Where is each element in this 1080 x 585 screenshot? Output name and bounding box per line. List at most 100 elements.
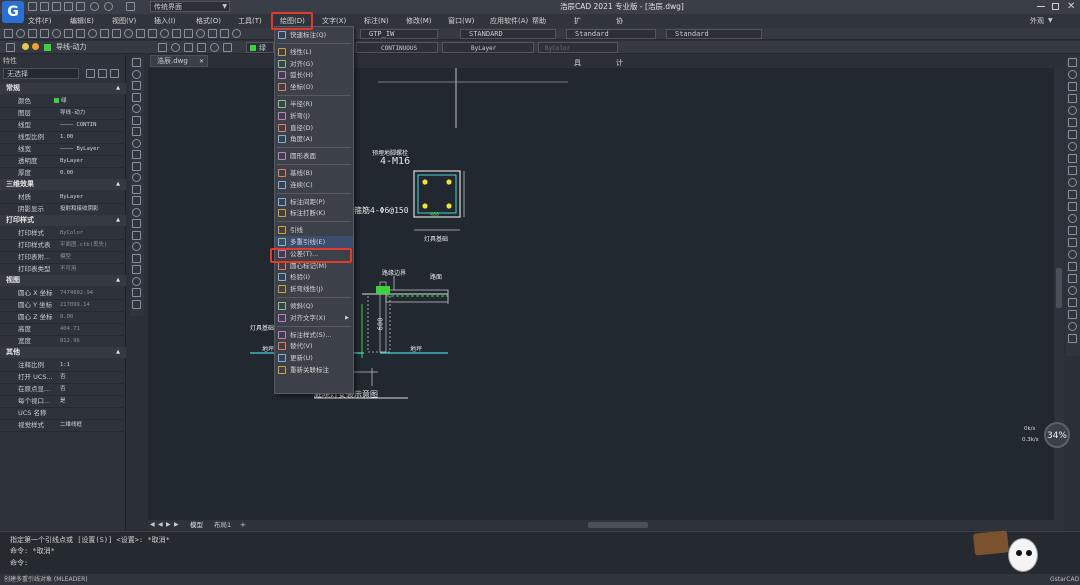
draw-tool-icon[interactable]: [132, 242, 141, 251]
property-section-header[interactable]: 打印样式 ▲: [0, 215, 126, 226]
layer-tool-icon[interactable]: [223, 43, 232, 52]
draw-tool-icon[interactable]: [132, 92, 141, 102]
nav-first-icon[interactable]: ◀: [150, 520, 155, 530]
dim-menu-item[interactable]: 替代(V): [275, 340, 353, 352]
modify-tool-icon[interactable]: [1068, 214, 1077, 223]
table-style-select[interactable]: Standard: [566, 29, 656, 39]
draw-tool-icon[interactable]: [132, 138, 141, 148]
draw-tool-icon[interactable]: [132, 115, 141, 125]
standard-tool-icon[interactable]: [184, 29, 193, 38]
modify-tool-icon[interactable]: [1068, 142, 1077, 151]
draw-tool-icon[interactable]: [132, 276, 141, 286]
layer-manager-icon[interactable]: [6, 43, 15, 52]
add-layout-icon[interactable]: +: [240, 520, 246, 530]
modify-tool-icon[interactable]: [1068, 166, 1077, 175]
draw-tool-icon[interactable]: [132, 127, 141, 136]
dim-menu-item[interactable]: 折弯(J): [275, 110, 353, 122]
maximize-icon[interactable]: [1052, 3, 1059, 10]
property-section-header[interactable]: 常规 ▲: [0, 83, 126, 94]
modify-tool-icon[interactable]: [1068, 118, 1077, 127]
layer-tool-icon[interactable]: [184, 43, 193, 52]
layer-tool-icon[interactable]: [197, 43, 206, 52]
draw-tool-icon[interactable]: [132, 207, 141, 217]
menu-item[interactable]: 插入(I): [154, 14, 176, 28]
standard-tool-icon[interactable]: [16, 29, 25, 38]
standard-tool-icon[interactable]: [112, 29, 121, 38]
nav-prev-icon[interactable]: ◀: [158, 520, 163, 530]
modify-tool-icon[interactable]: [1068, 322, 1077, 331]
modify-tool-icon[interactable]: [1068, 178, 1077, 187]
appearance-menu[interactable]: 外观: [1030, 14, 1044, 28]
standard-tool-icon[interactable]: [208, 29, 217, 38]
standard-tool-icon[interactable]: [172, 29, 181, 38]
minimize-icon[interactable]: [1037, 6, 1045, 7]
close-icon[interactable]: ✕: [1067, 0, 1075, 14]
dim-menu-item[interactable]: 折弯线性(J): [275, 283, 353, 295]
dim-menu-item[interactable]: 引线: [275, 224, 353, 236]
draw-tool-icon[interactable]: [132, 81, 141, 90]
toggle-pickadd-icon[interactable]: [86, 69, 95, 78]
draw-tool-icon[interactable]: [132, 288, 141, 297]
dim-menu-item[interactable]: 快速标注(Q): [275, 29, 353, 41]
property-section-header[interactable]: 其他 ▲: [0, 347, 126, 358]
redo-icon[interactable]: [104, 2, 113, 11]
property-row[interactable]: 视觉样式 二维线框: [0, 419, 126, 432]
linetype-select[interactable]: CONTINUOUS: [356, 42, 438, 53]
collapse-icon[interactable]: ▲: [116, 179, 120, 190]
draw-tool-icon[interactable]: [132, 173, 141, 182]
dim-menu-item[interactable]: 坐标(O): [275, 81, 353, 93]
dim-menu-item[interactable]: 标注样式(S)...: [275, 329, 353, 341]
modify-tool-icon[interactable]: [1068, 298, 1077, 307]
standard-tool-icon[interactable]: [124, 29, 133, 38]
property-section-header[interactable]: 三维效果 ▲: [0, 179, 126, 190]
selection-select[interactable]: 无选择: [3, 68, 79, 79]
menu-item[interactable]: 标注(N): [364, 14, 389, 28]
layer-select[interactable]: 导线-动力: [56, 42, 146, 53]
standard-tool-icon[interactable]: [160, 29, 169, 38]
modify-tool-icon[interactable]: [1068, 82, 1077, 91]
property-section-header[interactable]: 视图 ▲: [0, 275, 126, 286]
draw-tool-icon[interactable]: [132, 219, 141, 228]
modify-tool-icon[interactable]: [1068, 286, 1077, 295]
menu-item[interactable]: 修改(M): [406, 14, 432, 28]
modify-tool-icon[interactable]: [1068, 250, 1077, 259]
standard-tool-icon[interactable]: [64, 29, 73, 38]
close-tab-icon[interactable]: ✕: [199, 56, 204, 67]
modify-tool-icon[interactable]: [1068, 226, 1077, 235]
modify-tool-icon[interactable]: [1068, 238, 1077, 247]
layer-tool-icon[interactable]: [171, 43, 180, 52]
standard-tool-icon[interactable]: [4, 29, 13, 38]
standard-tool-icon[interactable]: [232, 29, 241, 38]
save-icon[interactable]: [52, 2, 61, 11]
standard-tool-icon[interactable]: [148, 29, 157, 38]
undo-icon[interactable]: [90, 2, 99, 11]
modify-tool-icon[interactable]: [1068, 310, 1077, 319]
dim-menu-item[interactable]: 角度(A): [275, 133, 353, 145]
menu-item[interactable]: 格式(O): [196, 14, 221, 28]
standard-tool-icon[interactable]: [220, 29, 229, 38]
open-file-icon[interactable]: [40, 2, 49, 11]
standard-tool-icon[interactable]: [100, 29, 109, 38]
menu-item[interactable]: 工具(T): [238, 14, 262, 28]
collapse-icon[interactable]: ▲: [116, 275, 120, 286]
modify-tool-icon[interactable]: [1068, 106, 1077, 115]
dim-menu-item[interactable]: 标注打断(K): [275, 207, 353, 219]
collapse-icon[interactable]: ▲: [116, 215, 120, 226]
modify-tool-icon[interactable]: [1068, 94, 1077, 103]
print-icon[interactable]: [76, 2, 85, 11]
standard-tool-icon[interactable]: [28, 29, 37, 38]
modify-tool-icon[interactable]: [1068, 58, 1077, 67]
dim-menu-item[interactable]: 圆形表面: [275, 150, 353, 162]
draw-tool-icon[interactable]: [132, 150, 141, 159]
dim-menu-item[interactable]: 直径(D): [275, 122, 353, 134]
workspace-select[interactable]: 传统界面 ▼: [150, 1, 230, 12]
standard-tool-icon[interactable]: [76, 29, 85, 38]
standard-tool-icon[interactable]: [40, 29, 49, 38]
nav-last-icon[interactable]: ▶: [174, 520, 179, 530]
dim-menu-item[interactable]: 更新(U): [275, 352, 353, 364]
collapse-icon[interactable]: ▲: [116, 347, 120, 358]
text-style-select[interactable]: STANDARD: [460, 29, 556, 39]
modify-tool-icon[interactable]: [1068, 130, 1077, 139]
standard-tool-icon[interactable]: [196, 29, 205, 38]
dim-style-select[interactable]: GTP_IW: [360, 29, 438, 39]
